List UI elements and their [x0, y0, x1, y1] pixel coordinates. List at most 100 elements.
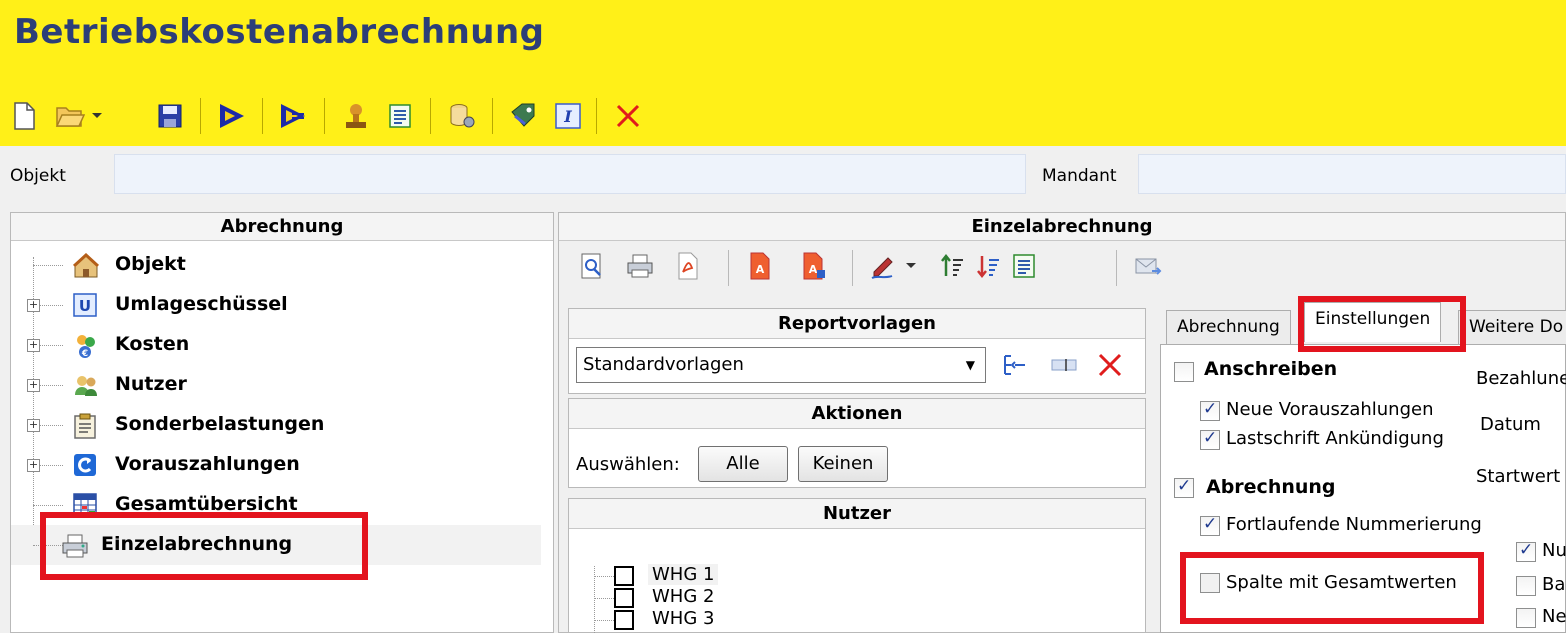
- tree-item-vorauszahlungen[interactable]: + Vorauszahlungen: [11, 445, 541, 485]
- right-option-checkbox[interactable]: [1516, 540, 1536, 562]
- right-option-label: Nu: [1542, 540, 1566, 561]
- right-option-checkbox[interactable]: [1516, 576, 1536, 596]
- stamp-icon[interactable]: [336, 96, 376, 136]
- neue-vorauszahlungen-checkbox[interactable]: [1200, 399, 1220, 421]
- svg-text:A: A: [809, 263, 818, 276]
- nutzer-title: Nutzer: [569, 499, 1145, 529]
- datum-label: Datum: [1480, 414, 1541, 435]
- auswaehlen-label: Auswählen:: [576, 454, 680, 475]
- refresh-icon: [73, 453, 99, 479]
- tree-item-label: Vorauszahlungen: [115, 453, 300, 475]
- tree-item-label: Objekt: [115, 253, 186, 275]
- nutzer-item-label: WHG 1: [648, 564, 719, 585]
- objekt-field[interactable]: [114, 154, 1026, 194]
- reportvorlagen-title: Reportvorlagen: [569, 309, 1145, 339]
- tag-icon[interactable]: [504, 96, 544, 136]
- play-icon[interactable]: [212, 96, 252, 136]
- abrechnung-checkbox[interactable]: [1174, 476, 1194, 498]
- pdf-icon[interactable]: [668, 246, 708, 286]
- clipboard-icon: [73, 413, 99, 439]
- expand-icon[interactable]: +: [27, 339, 40, 352]
- highlight-spalte-gesamtwerte: [1180, 552, 1484, 624]
- tree-item-label: Umlageschüssel: [115, 293, 288, 315]
- nutzer-checkbox[interactable]: [614, 566, 634, 586]
- nutzer-item-label: WHG 2: [652, 586, 715, 607]
- text-field-icon[interactable]: [1044, 345, 1084, 385]
- pdf-multi-export-icon[interactable]: A: [794, 246, 834, 286]
- mandant-label: Mandant: [1042, 166, 1117, 186]
- tree-item-umlageschuessel[interactable]: + U Umlageschüssel: [11, 285, 541, 325]
- abrechnung-label: Abrechnung: [1206, 476, 1336, 498]
- mandant-field[interactable]: [1138, 154, 1566, 194]
- edit-pen-icon[interactable]: [864, 246, 904, 286]
- house-icon: [72, 252, 100, 279]
- app-header: Betriebskostenabrechnung I: [0, 0, 1566, 146]
- database-settings-icon[interactable]: [442, 96, 482, 136]
- delete-icon[interactable]: [1090, 345, 1130, 385]
- reportvorlagen-selected: Standardvorlagen: [583, 354, 744, 375]
- close-icon[interactable]: [608, 96, 648, 136]
- svg-text:A: A: [756, 263, 765, 276]
- expand-icon[interactable]: +: [27, 299, 40, 312]
- select-none-button[interactable]: Keinen: [798, 446, 888, 482]
- svg-text:U: U: [79, 297, 91, 315]
- sort-ascending-icon[interactable]: [932, 246, 972, 286]
- select-all-button[interactable]: Alle: [698, 446, 788, 482]
- tab-weitere-dokumente[interactable]: Weitere Do: [1458, 310, 1566, 346]
- startwert-label: Startwert: [1476, 466, 1561, 487]
- info-icon[interactable]: I: [548, 96, 588, 136]
- svg-text:I: I: [563, 107, 572, 126]
- play-all-icon[interactable]: [274, 96, 314, 136]
- chevron-down-icon: ▼: [965, 358, 975, 372]
- abrechnung-panel-title: Abrechnung: [11, 213, 553, 241]
- einzelabrechnung-panel-title: Einzelabrechnung: [559, 213, 1565, 241]
- anschreiben-checkbox[interactable]: [1174, 362, 1194, 382]
- tree-structure-icon[interactable]: [994, 345, 1034, 385]
- expand-icon[interactable]: +: [27, 419, 40, 432]
- save-icon[interactable]: [150, 96, 190, 136]
- expand-icon[interactable]: +: [27, 379, 40, 392]
- app-title: Betriebskostenabrechnung: [14, 12, 545, 52]
- right-option-label: Ba: [1542, 574, 1566, 595]
- send-mail-icon[interactable]: [1128, 246, 1168, 286]
- tree-item-nutzer[interactable]: + Nutzer: [11, 365, 541, 405]
- money-people-icon: €: [73, 333, 99, 359]
- aktionen-title: Aktionen: [569, 399, 1145, 429]
- list-document-icon[interactable]: [1004, 246, 1044, 286]
- list-document-icon[interactable]: [380, 96, 420, 136]
- print-preview-icon[interactable]: [572, 246, 612, 286]
- reportvorlagen-select[interactable]: Standardvorlagen ▼: [576, 347, 986, 383]
- tree-item-sonderbelastungen[interactable]: + Sonderbelastungen: [11, 405, 541, 445]
- object-bar: Objekt Mandant: [0, 146, 1566, 206]
- tree-item-kosten[interactable]: + € Kosten: [11, 325, 541, 365]
- bezahlung-label: Bezahlune: [1476, 368, 1566, 389]
- anschreiben-label: Anschreiben: [1204, 358, 1338, 380]
- nutzer-checkbox[interactable]: [614, 588, 634, 608]
- nutzer-checkbox[interactable]: [614, 610, 634, 630]
- highlight-einstellungen-tab: [1298, 296, 1466, 352]
- fortlaufende-label: Fortlaufende Nummerierung: [1226, 514, 1482, 535]
- tree-item-objekt[interactable]: Objekt: [11, 245, 541, 285]
- tab-abrechnung[interactable]: Abrechnung: [1166, 310, 1291, 346]
- pdf-export-icon[interactable]: A: [740, 246, 780, 286]
- tree-item-label: Sonderbelastungen: [115, 413, 325, 435]
- svg-text:€: €: [81, 349, 88, 359]
- sort-descending-icon[interactable]: [968, 246, 1008, 286]
- print-icon[interactable]: [620, 246, 660, 286]
- lastschrift-label: Lastschrift Ankündigung: [1226, 428, 1444, 449]
- highlight-einzelabrechnung: [40, 512, 368, 580]
- tree-item-label: Nutzer: [115, 373, 187, 395]
- neue-vorauszahlungen-label: Neue Vorauszahlungen: [1226, 399, 1434, 420]
- right-option-checkbox[interactable]: [1516, 608, 1536, 628]
- chevron-down-icon[interactable]: [900, 246, 922, 286]
- chevron-down-icon[interactable]: [84, 96, 110, 136]
- fortlaufende-checkbox[interactable]: [1200, 514, 1220, 536]
- expand-icon[interactable]: +: [27, 459, 40, 472]
- objekt-label: Objekt: [10, 166, 66, 186]
- right-option-label: Ne: [1542, 606, 1566, 627]
- users-icon: [73, 373, 99, 399]
- new-document-icon[interactable]: [4, 96, 44, 136]
- nutzer-item-label: WHG 3: [652, 608, 715, 629]
- letter-u-icon: U: [73, 293, 99, 319]
- lastschrift-checkbox[interactable]: [1200, 428, 1220, 450]
